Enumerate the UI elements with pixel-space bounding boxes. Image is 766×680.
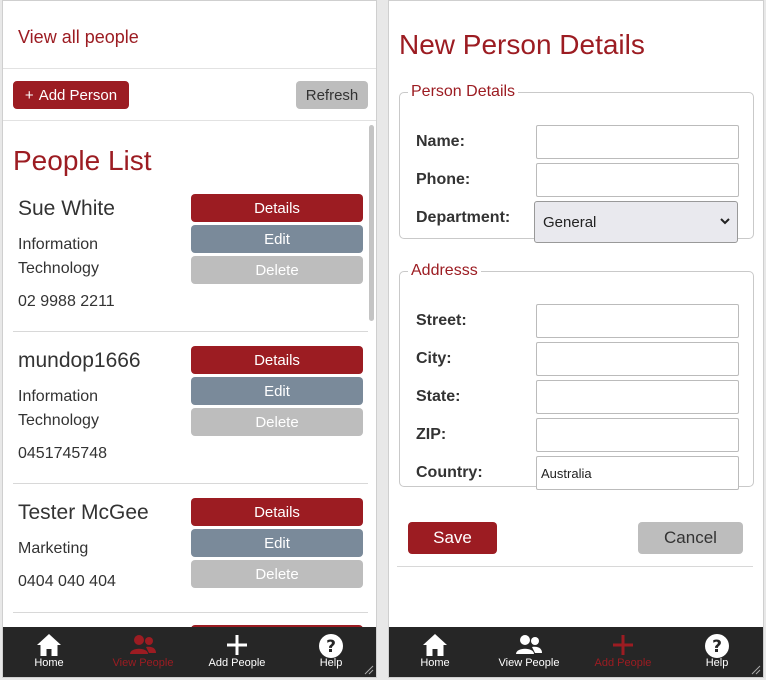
view-all-header: View all people	[3, 1, 376, 69]
edit-button[interactable]: Edit	[191, 225, 363, 253]
list-item: mundop1666 Information Technology 045174…	[13, 341, 368, 484]
street-row: Street:	[416, 304, 746, 338]
department-row: Department: General	[416, 201, 746, 243]
nav-help[interactable]: ? Help	[677, 627, 757, 677]
home-icon	[395, 627, 475, 657]
name-row: Name:	[416, 125, 746, 159]
person-phone: 02 9988 2211	[18, 293, 115, 310]
svg-text:?: ?	[326, 637, 336, 657]
person-department: Information Technology	[18, 236, 99, 277]
details-button[interactable]: Details	[191, 346, 363, 374]
nav-help[interactable]: ? Help	[291, 627, 371, 677]
country-input[interactable]: Australia	[536, 456, 739, 490]
street-label: Street:	[416, 312, 467, 329]
bottom-nav: Home View People Add People ? Help	[3, 627, 376, 677]
help-icon: ?	[677, 627, 757, 658]
nav-view-people[interactable]: View People	[103, 627, 183, 677]
view-all-people-link[interactable]: View all people	[18, 27, 139, 48]
people-icon	[103, 627, 183, 657]
nav-view-people-label: View People	[112, 657, 174, 669]
list-toolbar: + Add Person Refresh	[3, 69, 376, 121]
address-fieldset: Addresss Street: City: State: ZIP: Count…	[399, 262, 754, 490]
edit-button[interactable]: Edit	[191, 377, 363, 405]
nav-add-people-label: Add People	[594, 657, 652, 669]
department-label: Department:	[416, 209, 511, 226]
nav-home[interactable]: Home	[9, 627, 89, 677]
cancel-button[interactable]: Cancel	[638, 522, 743, 554]
resize-handle-icon[interactable]	[751, 665, 761, 675]
country-row: Country: Australia	[416, 456, 746, 490]
help-icon: ?	[291, 627, 371, 658]
form-divider	[397, 566, 753, 567]
state-input[interactable]	[536, 380, 739, 414]
nav-view-people[interactable]: View People	[489, 627, 569, 677]
plus-icon: +	[24, 86, 34, 104]
chevron-down-icon	[719, 214, 731, 231]
department-selected-value: General	[543, 214, 597, 231]
person-phone: 0404 040 404	[18, 573, 116, 590]
name-input[interactable]	[536, 125, 739, 159]
person-details-fieldset: Person Details Name: Phone: Department: …	[399, 83, 754, 243]
svg-text:?: ?	[712, 637, 722, 657]
city-input[interactable]	[536, 342, 739, 376]
scrollbar-thumb[interactable]	[369, 125, 374, 321]
people-list-panel: View all people + Add Person Refresh Peo…	[2, 0, 377, 678]
plus-icon	[197, 627, 277, 657]
nav-add-people[interactable]: Add People	[583, 627, 663, 677]
city-label: City:	[416, 350, 452, 367]
bottom-nav: Home View People Add People ? Help	[389, 627, 763, 677]
add-person-button[interactable]: + Add Person	[13, 81, 129, 109]
address-legend: Addresss	[411, 262, 478, 279]
person-name: Tester McGee	[18, 501, 149, 524]
phone-label: Phone:	[416, 171, 471, 188]
person-details-legend: Person Details	[411, 83, 516, 100]
country-label: Country:	[416, 464, 483, 481]
phone-row: Phone:	[416, 163, 746, 197]
nav-home-label: Home	[34, 657, 64, 669]
delete-button[interactable]: Delete	[191, 560, 363, 588]
list-item: Sue White Information Technology 02 9988…	[13, 189, 368, 332]
zip-label: ZIP:	[416, 426, 447, 443]
state-label: State:	[416, 388, 461, 405]
nav-add-people-label: Add People	[208, 657, 266, 669]
resize-handle-icon[interactable]	[364, 665, 374, 675]
list-title: People List	[13, 145, 152, 176]
refresh-button[interactable]: Refresh	[296, 81, 368, 109]
details-button[interactable]: Details	[191, 498, 363, 526]
list-item: Tester McGee Marketing 0404 040 404 Deta…	[13, 493, 368, 613]
name-label: Name:	[416, 133, 465, 150]
people-icon	[489, 627, 569, 657]
people-list[interactable]: People List Sue White Information Techno…	[3, 121, 376, 629]
person-name: mundop1666	[18, 349, 141, 372]
state-row: State:	[416, 380, 746, 414]
home-icon	[9, 627, 89, 657]
edit-button[interactable]: Edit	[191, 529, 363, 557]
zip-input[interactable]	[536, 418, 739, 452]
add-person-label: Add Person	[38, 86, 118, 104]
nav-home[interactable]: Home	[395, 627, 475, 677]
department-select[interactable]: General	[534, 201, 738, 243]
person-phone: 0451745748	[18, 445, 107, 462]
nav-help-label: Help	[705, 657, 729, 669]
new-person-panel: New Person Details Person Details Name: …	[388, 0, 764, 678]
street-input[interactable]	[536, 304, 739, 338]
phone-input[interactable]	[536, 163, 739, 197]
plus-icon	[583, 627, 663, 657]
nav-view-people-label: View People	[498, 657, 560, 669]
city-row: City:	[416, 342, 746, 376]
details-button[interactable]: Details	[191, 194, 363, 222]
nav-add-people[interactable]: Add People	[197, 627, 277, 677]
form-title: New Person Details	[399, 29, 645, 60]
delete-button[interactable]: Delete	[191, 256, 363, 284]
nav-home-label: Home	[420, 657, 450, 669]
person-department: Information Technology	[18, 388, 99, 429]
delete-button[interactable]: Delete	[191, 408, 363, 436]
nav-help-label: Help	[319, 657, 343, 669]
zip-row: ZIP:	[416, 418, 746, 452]
save-button[interactable]: Save	[408, 522, 497, 554]
person-name: Sue White	[18, 197, 115, 220]
person-department: Marketing	[18, 540, 89, 557]
